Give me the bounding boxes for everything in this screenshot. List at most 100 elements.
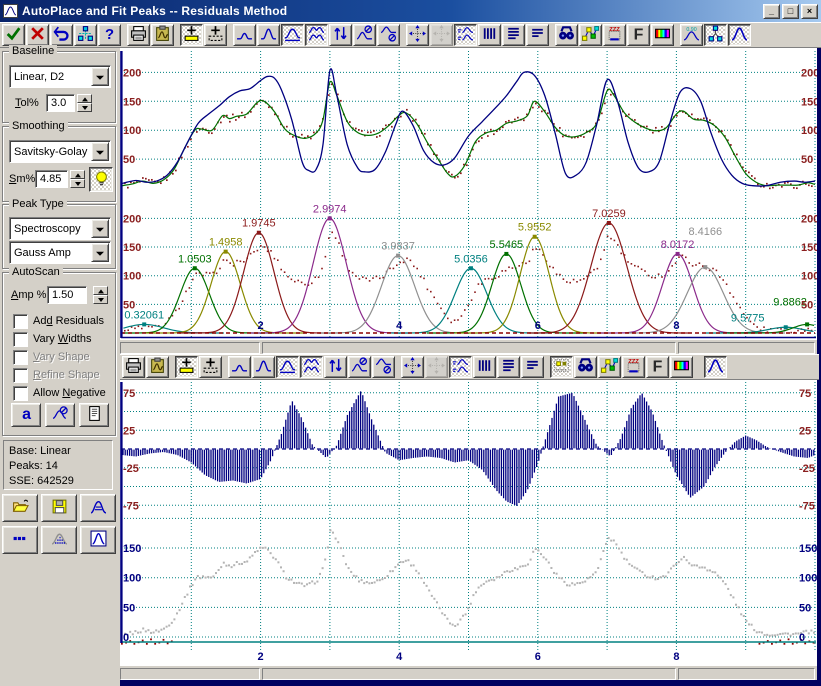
peak-labels-button[interactable]: a <box>11 403 41 427</box>
checkbox-box[interactable] <box>13 314 28 329</box>
annotation-button[interactable]: ZZZ <box>622 356 645 378</box>
peak-type-group: Peak Type Spectroscopy Gauss Amp <box>2 204 116 269</box>
help-button[interactable]: ? <box>98 24 121 46</box>
show-peaks-button[interactable] <box>728 24 751 46</box>
peak-shape-select[interactable]: Gauss Amp <box>9 241 111 264</box>
chevron-down-icon[interactable] <box>91 243 109 262</box>
zoom-out-lower-button[interactable] <box>372 356 395 378</box>
print-icon <box>125 357 142 377</box>
colors-button[interactable] <box>670 356 693 378</box>
print-button[interactable] <box>127 24 150 46</box>
pan2-icon <box>433 25 450 45</box>
svg-text:75: 75 <box>799 388 811 400</box>
add-residuals-checkbox[interactable]: Add Residuals <box>13 313 104 329</box>
zoom-out-upper-button[interactable] <box>348 356 371 378</box>
stacked-graphs-button[interactable] <box>300 356 323 378</box>
residual-bars-button[interactable] <box>473 356 496 378</box>
amp-pct-spinner[interactable] <box>93 286 108 304</box>
add-residual-peak-button[interactable] <box>199 356 222 378</box>
baseline-type-select[interactable]: Linear, D2 <box>9 65 111 88</box>
cancel-button[interactable] <box>26 24 49 46</box>
chevron-down-icon[interactable] <box>91 67 109 86</box>
section-data-button[interactable] <box>2 526 38 554</box>
smoothing-pct-input[interactable]: 4.85 <box>35 170 68 188</box>
peak-family-select[interactable]: Spectroscopy <box>9 217 111 240</box>
colors-button[interactable] <box>651 24 674 46</box>
checkbox-box[interactable] <box>13 332 28 347</box>
hide-peaks-button[interactable] <box>45 403 75 427</box>
allow-negative-checkbox[interactable]: Allow Negative <box>13 385 106 401</box>
amp-pct-input[interactable]: 1.50 <box>47 286 87 304</box>
undo-button[interactable] <box>50 24 73 46</box>
gridlines-partial-button[interactable] <box>526 24 549 46</box>
chevron-down-icon[interactable] <box>91 142 109 161</box>
peak-nodes-button[interactable] <box>704 24 727 46</box>
save-button[interactable] <box>41 494 77 522</box>
fonts-button[interactable]: F <box>627 24 650 46</box>
peak-fit-options-button[interactable] <box>80 494 116 522</box>
hlines1-icon <box>505 25 522 45</box>
numeric-summary-button[interactable] <box>79 403 109 427</box>
review-button[interactable] <box>574 356 597 378</box>
pan-button[interactable] <box>406 24 429 46</box>
autoscale-y-button[interactable] <box>329 24 352 46</box>
hlines2-icon <box>524 357 541 377</box>
auto-smooth-button[interactable] <box>89 167 113 192</box>
compare-curves-button[interactable] <box>454 24 477 46</box>
gridlines-full-button[interactable] <box>502 24 525 46</box>
add-peak-button[interactable] <box>180 24 203 46</box>
numeric-review-button[interactable] <box>74 24 97 46</box>
vary-widths-checkbox[interactable]: Vary Widths <box>13 331 92 347</box>
maximize-button[interactable]: □ <box>782 4 799 19</box>
zoom-wide-button[interactable] <box>281 24 304 46</box>
smoothing-pct-spinner[interactable] <box>70 170 85 188</box>
accept-button[interactable] <box>2 24 25 46</box>
compare-curves-button[interactable] <box>449 356 472 378</box>
zoom-wide-button[interactable] <box>276 356 299 378</box>
chevron-down-icon[interactable] <box>91 219 109 238</box>
tolerance-input[interactable]: 3.0 <box>46 94 75 112</box>
svg-text:7.0259: 7.0259 <box>592 208 626 220</box>
zoom-medium-button[interactable] <box>257 24 280 46</box>
residual-bars-button[interactable] <box>478 24 501 46</box>
pan-button[interactable] <box>401 356 424 378</box>
full-fit-button[interactable] <box>80 526 116 554</box>
annotation-button[interactable]: ZZZ <box>603 24 626 46</box>
tolerance-spinner[interactable] <box>77 94 92 112</box>
minimize-button[interactable]: _ <box>763 4 780 19</box>
data-and-peaks-chart[interactable]: 0.320611.05031.49581.97452.99743.98375.0… <box>120 48 817 340</box>
copy-graph-button[interactable] <box>151 24 174 46</box>
gridlines-partial-button[interactable] <box>521 356 544 378</box>
zoom-out-upper-button[interactable] <box>353 24 376 46</box>
zoom-small-button[interactable] <box>233 24 256 46</box>
fonts-button[interactable]: F <box>646 356 669 378</box>
peak-medium-icon <box>255 357 272 377</box>
copy-graph-button[interactable] <box>146 356 169 378</box>
open-button[interactable] <box>2 494 38 522</box>
add-residual-peak-button[interactable] <box>204 24 227 46</box>
review-button[interactable] <box>555 24 578 46</box>
add-peak-button[interactable] <box>175 356 198 378</box>
title-bar[interactable]: AutoPlace and Fit Peaks -- Residuals Met… <box>0 0 821 22</box>
gridlines-full-button[interactable] <box>497 356 520 378</box>
tolerance-label: Tol% <box>15 97 39 109</box>
autoscale-y-button[interactable] <box>324 356 347 378</box>
smoothing-type-select[interactable]: Savitsky-Golay <box>9 140 111 163</box>
peak-graph-button[interactable] <box>41 526 77 554</box>
stacked-graphs-button[interactable] <box>305 24 328 46</box>
updown-icon <box>327 357 344 377</box>
zoom-out-lower-button[interactable] <box>377 24 400 46</box>
zoom-small-button[interactable] <box>228 356 251 378</box>
close-button[interactable]: × <box>801 4 818 19</box>
point-style-button[interactable] <box>598 356 621 378</box>
section-box-button[interactable] <box>550 356 573 378</box>
pan-icon <box>409 25 426 45</box>
svg-text:50: 50 <box>801 154 813 166</box>
print-button[interactable] <box>122 356 145 378</box>
point-style-button[interactable] <box>579 24 602 46</box>
checkbox-box[interactable] <box>13 386 28 401</box>
zoom-medium-button[interactable] <box>252 356 275 378</box>
residuals-and-data-chart[interactable]: 75752525-25-25-75-7515015010010050500024… <box>120 380 817 666</box>
show-peaks-button[interactable] <box>704 356 727 378</box>
confidence-intervals-button[interactable]: 0.90 <box>680 24 703 46</box>
